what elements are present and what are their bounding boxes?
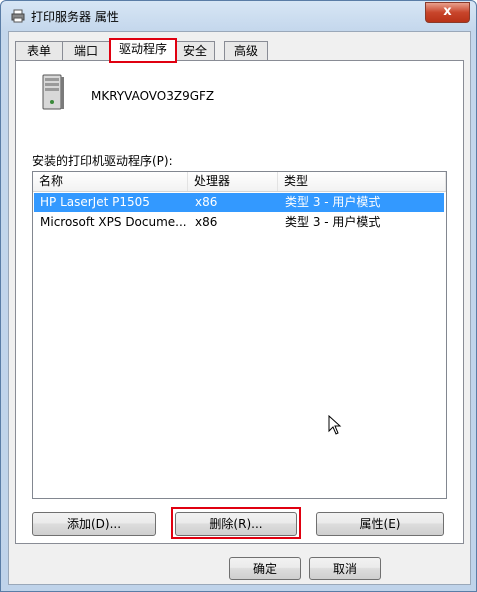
drivers-list[interactable]: 名称 处理器 类型 HP LaserJet P1505 x86 类型 3 - 用… xyxy=(32,171,447,499)
tab-ports[interactable]: 端口 xyxy=(62,41,110,61)
printer-server-properties-window: 打印服务器 属性 x 表单 端口 驱动程序 安全 高级 MKRYVAOVO3Z9… xyxy=(0,0,477,592)
driver-properties-button[interactable]: 属性(E) xyxy=(316,512,444,536)
printer-icon xyxy=(11,9,25,23)
ok-button[interactable]: 确定 xyxy=(229,557,301,580)
cancel-button[interactable]: 取消 xyxy=(309,557,381,580)
title-bar[interactable]: 打印服务器 属性 x xyxy=(1,1,476,31)
driver-name: Microsoft XPS Docume... xyxy=(40,215,187,229)
tab-advanced[interactable]: 高级 xyxy=(224,41,268,61)
driver-processor: x86 xyxy=(195,215,218,229)
table-row[interactable]: HP LaserJet P1505 x86 类型 3 - 用户模式 xyxy=(34,193,444,212)
table-row[interactable]: Microsoft XPS Docume... x86 类型 3 - 用户模式 xyxy=(34,213,444,232)
server-name: MKRYVAOVO3Z9GFZ xyxy=(91,89,215,103)
driver-name: HP LaserJet P1505 xyxy=(40,195,150,209)
driver-type: 类型 3 - 用户模式 xyxy=(285,215,381,229)
window-title: 打印服务器 属性 xyxy=(31,10,119,24)
close-button[interactable]: x xyxy=(425,2,470,23)
drivers-list-header: 名称 处理器 类型 xyxy=(33,172,446,192)
driver-type: 类型 3 - 用户模式 xyxy=(285,195,381,209)
mouse-cursor-icon xyxy=(328,415,342,435)
column-header-name[interactable]: 名称 xyxy=(33,172,188,191)
add-driver-button[interactable]: 添加(D)... xyxy=(32,512,156,536)
installed-drivers-label: 安装的打印机驱动程序(P): xyxy=(32,154,173,168)
server-icon xyxy=(42,74,64,110)
tab-security[interactable]: 安全 xyxy=(175,41,215,61)
column-header-processor[interactable]: 处理器 xyxy=(188,172,278,191)
tab-forms[interactable]: 表单 xyxy=(15,41,63,61)
tab-drivers[interactable]: 驱动程序 xyxy=(109,38,177,63)
column-header-type[interactable]: 类型 xyxy=(278,172,446,191)
driver-processor: x86 xyxy=(195,195,218,209)
dialog-client-area: 表单 端口 驱动程序 安全 高级 MKRYVAOVO3Z9GFZ 安装的打印机驱… xyxy=(8,31,471,585)
highlight-frame xyxy=(171,507,301,539)
drivers-tab-panel: MKRYVAOVO3Z9GFZ 安装的打印机驱动程序(P): 名称 处理器 类型… xyxy=(15,60,464,544)
